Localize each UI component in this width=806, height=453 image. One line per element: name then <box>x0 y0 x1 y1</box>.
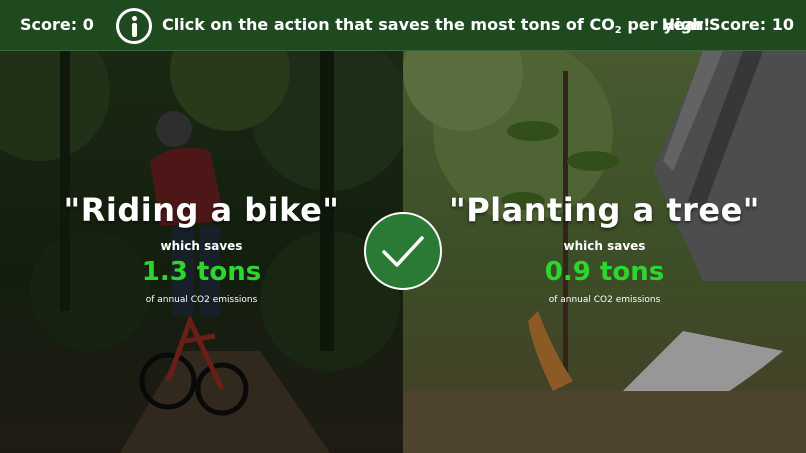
emissions-note: of annual CO2 emissions <box>548 295 661 305</box>
co2-amount: 0.9 tons <box>544 257 665 287</box>
score-label: Score: 0 <box>20 15 94 34</box>
high-score-label: High Score: 10 <box>661 15 794 34</box>
co2-amount: 1.3 tons <box>141 257 262 287</box>
action-title: "Riding a bike" <box>63 191 340 229</box>
option-text-tree: "Planting a tree" which saves 0.9 tons o… <box>403 191 806 305</box>
emissions-note: of annual CO2 emissions <box>145 295 258 305</box>
option-card-bike[interactable]: "Riding a bike" which saves 1.3 tons of … <box>0 51 403 453</box>
which-saves-label: which saves <box>563 239 646 253</box>
action-title: "Planting a tree" <box>449 191 760 229</box>
which-saves-label: which saves <box>160 239 243 253</box>
option-card-tree[interactable]: "Planting a tree" which saves 0.9 tons o… <box>403 51 806 453</box>
checkmark-icon <box>364 212 442 290</box>
info-icon[interactable] <box>116 8 152 44</box>
option-text-bike: "Riding a bike" which saves 1.3 tons of … <box>0 191 403 305</box>
top-bar: Score: 0 Click on the action that saves … <box>0 0 806 51</box>
instruction-text: Click on the action that saves the most … <box>162 15 711 36</box>
